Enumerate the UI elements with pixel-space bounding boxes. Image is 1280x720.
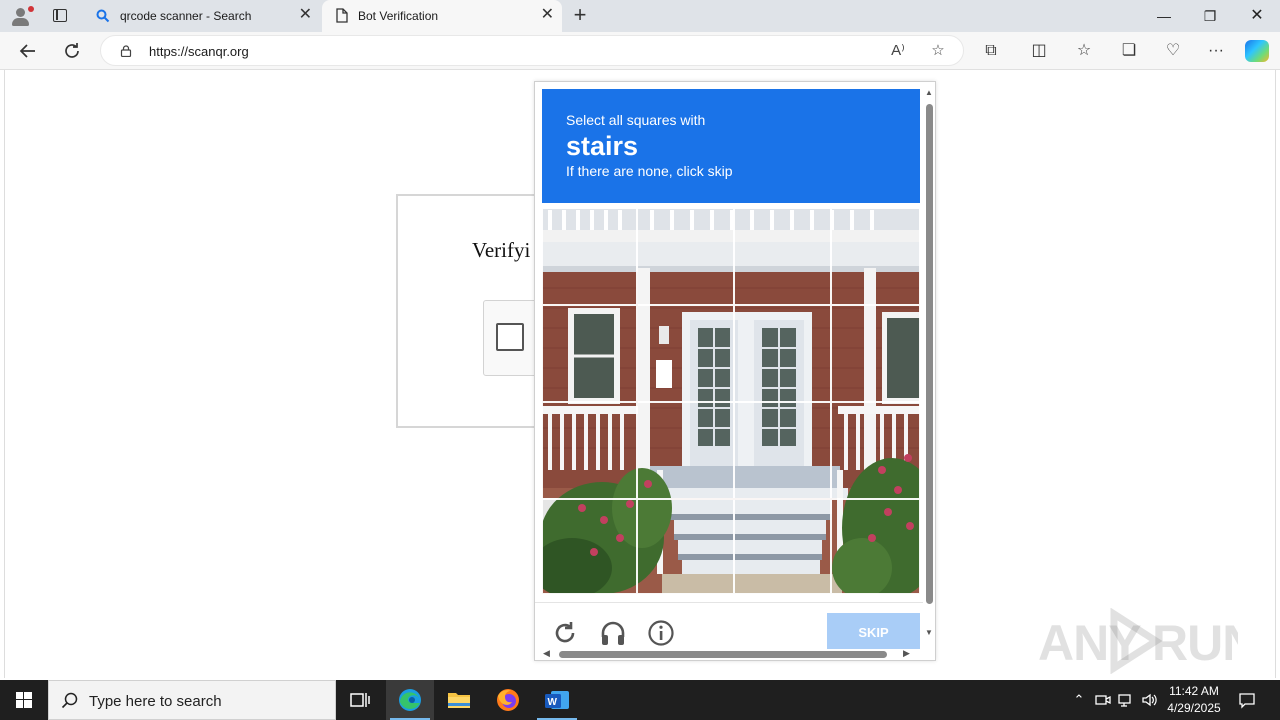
profile-head <box>16 8 25 17</box>
grid-tile[interactable] <box>542 402 637 499</box>
grid-tile[interactable] <box>542 305 637 402</box>
watermark-graphic: ANY RUN <box>1038 607 1258 675</box>
scroll-thumb[interactable] <box>926 104 933 604</box>
skip-hint-text: If there are none, click skip <box>566 163 733 179</box>
notification-dot <box>28 6 34 12</box>
profile-body <box>12 18 29 26</box>
restore-icon[interactable]: ❐ <box>1200 6 1220 26</box>
meet-now-icon[interactable] <box>1094 691 1112 709</box>
clock-date: 4/29/2025 <box>1167 701 1221 715</box>
read-aloud-icon[interactable]: A⁾ <box>888 41 908 61</box>
back-icon[interactable] <box>17 40 39 62</box>
challenge-image-grid <box>542 208 920 594</box>
instruction-text: Select all squares with <box>566 112 706 128</box>
grid-tile[interactable] <box>637 208 734 305</box>
browser-toolbar: https://scanqr.org A⁾ ☆ ⧉ ◫ ☆ ❏ ♡ ··· <box>0 32 1280 70</box>
audio-icon[interactable] <box>599 619 627 647</box>
close-tab-icon[interactable]: ✕ <box>541 7 554 23</box>
horizontal-scrollbar[interactable]: ◀ ▶ <box>539 648 915 660</box>
system-clock[interactable]: 11:42 AM 4/29/2025 <box>1160 683 1228 717</box>
windows-taskbar: Type here to search W ⌃ 11:42 AM 4/29/20… <box>0 680 1280 720</box>
favorites-icon[interactable]: ☆ <box>1073 40 1095 62</box>
tab-title: qrcode scanner - Search <box>120 9 252 23</box>
notification-center-icon[interactable] <box>1238 691 1256 709</box>
lock-icon[interactable] <box>120 45 132 57</box>
close-tab-icon[interactable]: ✕ <box>299 7 312 23</box>
url-text[interactable]: https://scanqr.org <box>149 44 249 59</box>
captcha-checkbox[interactable] <box>496 323 524 351</box>
grid-tile[interactable] <box>734 499 831 594</box>
scroll-right-icon[interactable]: ▶ <box>903 648 910 659</box>
watermark-logo: ANY RUN <box>1038 607 1258 675</box>
edge-icon[interactable] <box>386 680 434 720</box>
grid-tile[interactable] <box>734 402 831 499</box>
grid-tile[interactable] <box>637 305 734 402</box>
grid-tile[interactable] <box>542 208 637 305</box>
svg-text:RUN: RUN <box>1152 615 1238 671</box>
grid-tile[interactable] <box>734 305 831 402</box>
tab-actions-glyph <box>53 9 67 22</box>
grid-tile[interactable] <box>831 402 920 499</box>
extensions-icon[interactable]: ⧉ <box>980 40 1002 62</box>
reload-icon[interactable] <box>551 619 579 647</box>
grid-tile[interactable] <box>542 499 637 594</box>
grid-tile[interactable] <box>831 499 920 594</box>
search-icon <box>61 692 78 709</box>
tab-title: Bot Verification <box>358 9 439 23</box>
scroll-thumb[interactable] <box>559 651 887 658</box>
verification-title: Verifyi <box>472 238 531 262</box>
volume-icon[interactable] <box>1141 691 1159 709</box>
new-tab-button[interactable]: + <box>568 4 592 28</box>
copilot-icon[interactable] <box>1245 40 1269 62</box>
clock-time: 11:42 AM <box>1169 684 1219 698</box>
page-icon <box>336 8 348 23</box>
profile-avatar-icon[interactable] <box>8 4 34 28</box>
file-explorer-icon[interactable] <box>435 680 483 720</box>
verification-card: Verifyi <box>396 194 543 428</box>
search-icon <box>96 9 110 23</box>
more-menu-icon[interactable]: ··· <box>1205 40 1227 62</box>
search-placeholder: Type here to search <box>89 693 222 710</box>
captcha-challenge-popup: Select all squares with stairs If there … <box>534 81 936 661</box>
show-hidden-icons-icon[interactable]: ⌃ <box>1070 691 1088 709</box>
favorite-star-icon[interactable]: ☆ <box>928 41 948 61</box>
svg-text:W: W <box>548 697 558 708</box>
challenge-prompt: Select all squares with stairs If there … <box>542 89 920 203</box>
tab-search[interactable]: qrcode scanner - Search ✕ <box>84 0 320 32</box>
tab-strip: qrcode scanner - Search ✕ Bot Verificati… <box>0 0 1280 32</box>
close-window-icon[interactable]: ✕ <box>1247 6 1267 26</box>
skip-button[interactable]: SKIP <box>827 613 920 649</box>
word-icon[interactable]: W <box>533 680 581 720</box>
grid-tile[interactable] <box>637 402 734 499</box>
grid-tile[interactable] <box>637 499 734 594</box>
network-icon[interactable] <box>1117 691 1135 709</box>
browser-essentials-icon[interactable]: ♡ <box>1162 40 1184 62</box>
collections-icon[interactable]: ❏ <box>1118 40 1140 62</box>
tab-bot-verification[interactable]: Bot Verification ✕ <box>322 0 562 32</box>
scroll-down-icon[interactable]: ▼ <box>924 628 934 637</box>
firefox-icon[interactable] <box>484 680 532 720</box>
grid-tile[interactable] <box>734 208 831 305</box>
scroll-up-icon[interactable]: ▲ <box>924 88 934 97</box>
task-view-icon[interactable] <box>336 680 384 720</box>
taskbar-search[interactable]: Type here to search <box>48 680 336 720</box>
grid-tile[interactable] <box>831 208 920 305</box>
windows-start-icon[interactable] <box>0 680 48 720</box>
split-screen-icon[interactable]: ◫ <box>1028 40 1050 62</box>
address-bar[interactable]: https://scanqr.org A⁾ ☆ <box>100 35 964 66</box>
minimize-icon[interactable]: — <box>1154 6 1174 26</box>
target-object-text: stairs <box>566 131 639 161</box>
vertical-scrollbar[interactable]: ▲ ▼ <box>923 88 935 640</box>
tab-actions-icon[interactable] <box>46 6 72 26</box>
refresh-icon[interactable] <box>61 40 83 62</box>
info-icon[interactable] <box>647 619 675 647</box>
scroll-left-icon[interactable]: ◀ <box>543 648 550 659</box>
grid-tile[interactable] <box>831 305 920 402</box>
